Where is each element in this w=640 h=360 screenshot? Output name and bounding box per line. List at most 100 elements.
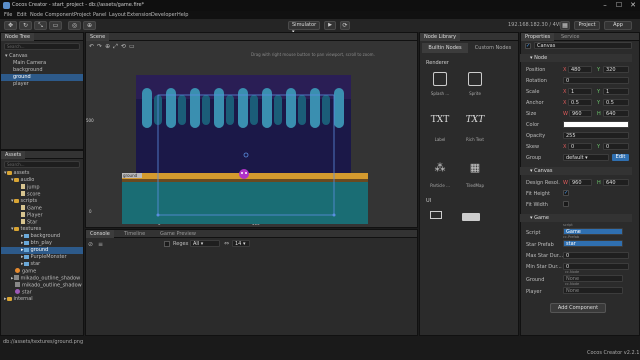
asset-game-script[interactable]: Game: [1, 205, 83, 212]
game-section-header[interactable]: ▾ Game: [520, 214, 632, 222]
design-width-input[interactable]: 960: [569, 179, 592, 186]
menu-node[interactable]: Node: [30, 12, 43, 18]
close-button[interactable]: ✕: [626, 0, 640, 11]
node-active-checkbox[interactable]: ✓: [525, 43, 531, 49]
project-button[interactable]: Project: [574, 21, 600, 30]
menu-help[interactable]: Help: [177, 12, 188, 18]
scale-tool-button[interactable]: ⤡: [34, 21, 47, 30]
asset-font-2[interactable]: mikado_outline_shadow: [1, 282, 83, 289]
log-level-select[interactable]: All ▾: [190, 240, 220, 247]
assets-search-input[interactable]: Search...: [4, 161, 80, 168]
node-name-field[interactable]: Canvas: [534, 42, 632, 49]
menu-extension[interactable]: Extension: [127, 12, 152, 18]
tab-assets[interactable]: Assets: [1, 151, 26, 159]
scene-viewport[interactable]: [86, 33, 419, 229]
node-rich-text[interactable]: TXT Rich Text: [460, 115, 490, 149]
maximize-button[interactable]: ☐: [612, 0, 626, 11]
menu-project[interactable]: Project: [74, 12, 91, 18]
group-select[interactable]: default ▾: [563, 154, 609, 161]
asset-background-texture[interactable]: ▸ background: [1, 233, 83, 240]
position-x-input[interactable]: 480: [568, 66, 592, 73]
asset-folder-assets[interactable]: ▾ assets: [1, 170, 83, 177]
menu-developer[interactable]: Developer: [151, 12, 177, 18]
tab-service[interactable]: Service: [557, 33, 583, 41]
tab-properties[interactable]: Properties: [521, 33, 555, 41]
pivot-toggle-button[interactable]: ◎: [68, 21, 81, 30]
min-star-duration-input[interactable]: 0: [563, 263, 629, 270]
player-node-field[interactable]: None: [563, 287, 623, 294]
tree-item-main-camera[interactable]: Main Camera: [1, 60, 83, 67]
node-label-item[interactable]: TXT Label: [425, 115, 455, 149]
anchor-y-input[interactable]: 0.5: [603, 99, 629, 106]
anchor-x-input[interactable]: 0.5: [568, 99, 592, 106]
fit-width-checkbox[interactable]: [563, 201, 569, 207]
rect-tool-button[interactable]: ▭: [49, 21, 62, 30]
menu-edit[interactable]: Edit: [17, 12, 27, 18]
position-y-input[interactable]: 320: [603, 66, 629, 73]
tab-game-preview[interactable]: Game Preview: [156, 230, 200, 238]
asset-folder-scripts[interactable]: ▾ scripts: [1, 198, 83, 205]
collapse-icon[interactable]: ≡: [98, 241, 108, 248]
tab-builtin-nodes[interactable]: Builtin Nodes: [422, 43, 468, 53]
node-tree-search-input[interactable]: Search...: [4, 43, 80, 50]
asset-star-texture[interactable]: ▸ star: [1, 261, 83, 268]
asset-folder-textures[interactable]: ▾ textures: [1, 226, 83, 233]
play-button[interactable]: ▶: [324, 21, 336, 30]
scale-x-input[interactable]: 1: [568, 88, 592, 95]
asset-jump[interactable]: jump: [1, 184, 83, 191]
tab-node-library[interactable]: Node Library: [420, 33, 461, 41]
node-splash-sprite[interactable]: Splash ...: [425, 69, 455, 103]
simulator-select[interactable]: Simulator ▾: [288, 21, 320, 35]
menu-layout[interactable]: Layout: [109, 12, 126, 18]
node-tiledmap[interactable]: ▦ TiledMap: [460, 161, 490, 195]
scale-y-input[interactable]: 1: [603, 88, 629, 95]
color-swatch[interactable]: [563, 121, 629, 128]
move-tool-button[interactable]: ✥: [4, 21, 17, 30]
asset-star-script[interactable]: Star: [1, 219, 83, 226]
rotation-input[interactable]: 0: [563, 77, 629, 84]
menu-panel[interactable]: Panel: [93, 12, 107, 18]
size-width-input[interactable]: 960: [569, 110, 592, 117]
asset-score[interactable]: score: [1, 191, 83, 198]
asset-folder-audio[interactable]: ▾ audio: [1, 177, 83, 184]
node-section-header[interactable]: ▾ Node: [520, 54, 632, 62]
tab-console[interactable]: Console: [86, 230, 114, 238]
local-global-button[interactable]: ⊕: [83, 21, 96, 30]
tab-node-tree[interactable]: Node Tree: [1, 33, 35, 41]
ground-node-field[interactable]: None: [563, 275, 623, 282]
refresh-button[interactable]: ⟳: [340, 21, 350, 30]
tree-item-ground[interactable]: ground: [1, 74, 83, 81]
menu-file[interactable]: File: [4, 12, 12, 18]
clear-icon[interactable]: ⊘: [88, 241, 98, 248]
max-star-duration-input[interactable]: 0: [563, 252, 629, 259]
node-sprite[interactable]: Sprite: [460, 69, 490, 103]
add-component-button[interactable]: Add Component: [550, 303, 606, 313]
ui-button-icon[interactable]: [462, 213, 480, 221]
menu-component[interactable]: Component: [45, 12, 74, 18]
canvas-section-header[interactable]: ▾ Canvas: [520, 167, 632, 175]
font-size-select[interactable]: 14 ▾: [232, 240, 250, 247]
tree-item-canvas[interactable]: ▾ Canvas: [1, 53, 83, 60]
qr-code-icon[interactable]: ▦: [560, 21, 570, 30]
tab-timeline[interactable]: Timeline: [120, 230, 149, 238]
script-field[interactable]: Game: [563, 228, 623, 235]
asset-font-1[interactable]: ▸ mikado_outline_shadow: [1, 275, 83, 282]
tree-item-background[interactable]: background: [1, 67, 83, 74]
asset-player-script[interactable]: Player: [1, 212, 83, 219]
tab-custom-nodes[interactable]: Custom Nodes: [470, 43, 516, 53]
rotate-tool-button[interactable]: ↻: [19, 21, 32, 30]
app-button[interactable]: App: [604, 21, 632, 30]
group-edit-button[interactable]: Edit: [612, 154, 629, 161]
design-height-input[interactable]: 640: [603, 179, 629, 186]
size-height-input[interactable]: 640: [603, 110, 629, 117]
asset-btn-play-texture[interactable]: ▸ btn_play: [1, 240, 83, 247]
fit-height-checkbox[interactable]: ✓: [563, 190, 569, 196]
asset-ground-texture[interactable]: ▸ ground: [1, 247, 83, 254]
node-particle-system[interactable]: ⁂ Particle ...: [425, 161, 455, 195]
regex-checkbox[interactable]: [164, 241, 170, 247]
asset-star-prefab[interactable]: star: [1, 289, 83, 296]
asset-game-scene[interactable]: game: [1, 268, 83, 275]
minimize-button[interactable]: –: [598, 0, 612, 11]
opacity-input[interactable]: 255: [563, 132, 629, 139]
tree-item-player[interactable]: player: [1, 81, 83, 88]
